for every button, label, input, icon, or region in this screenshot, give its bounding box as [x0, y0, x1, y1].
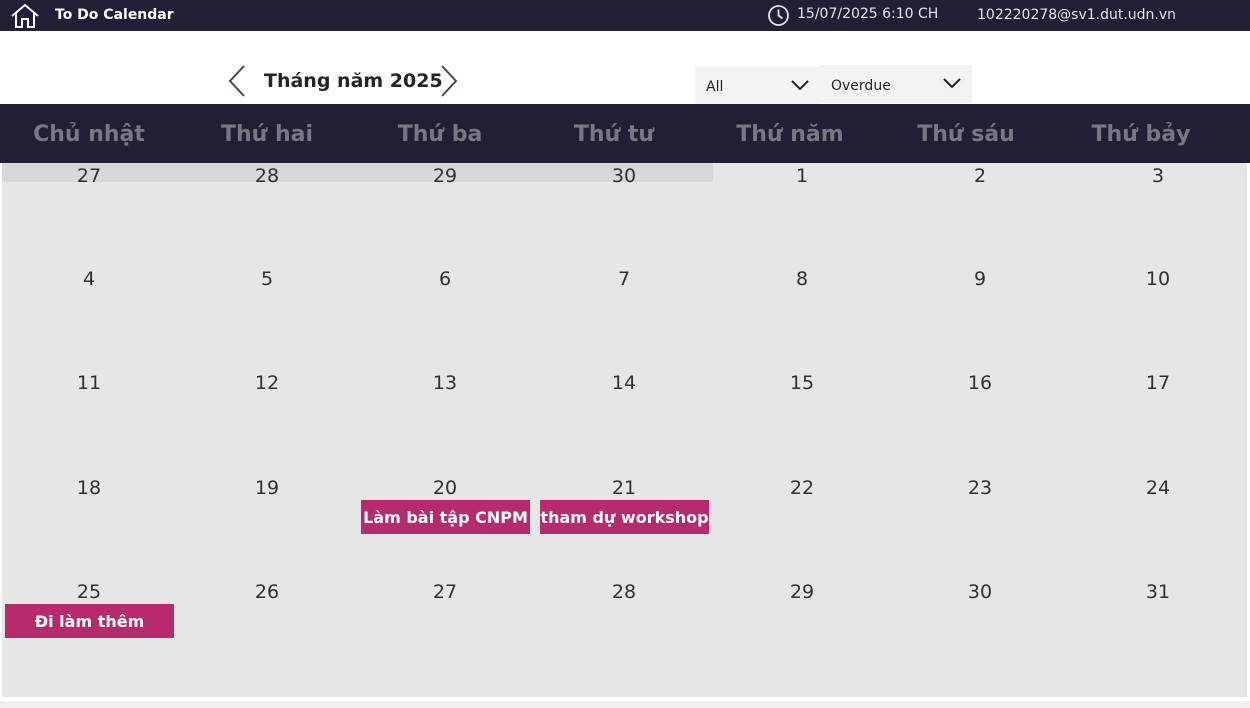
- home-icon[interactable]: [10, 3, 40, 29]
- top-bar: To Do Calendar 15/07/2025 6:10 CH 102220…: [0, 0, 1250, 31]
- day-cell[interactable]: 28: [535, 581, 713, 603]
- day-cell[interactable]: 29: [713, 581, 891, 603]
- day-cell[interactable]: 15: [713, 372, 891, 394]
- day-cell[interactable]: 30: [891, 581, 1069, 603]
- day-cell[interactable]: 7: [535, 268, 713, 290]
- event-item[interactable]: Làm bài tập CNPM: [361, 500, 530, 534]
- weekday-tuesday: Thứ ba: [397, 122, 483, 147]
- weekday-thursday: Thứ năm: [736, 122, 844, 147]
- day-cell[interactable]: 31: [1069, 581, 1247, 603]
- day-cell[interactable]: 6: [356, 268, 534, 290]
- event-item[interactable]: tham dự workshop: [540, 500, 709, 534]
- day-cell[interactable]: 17: [1069, 372, 1247, 394]
- day-cell[interactable]: 21: [535, 477, 713, 499]
- weekday-header: Chủ nhật Thứ hai Thứ ba Thứ tư Thứ năm T…: [0, 104, 1250, 163]
- day-cell[interactable]: 10: [1069, 268, 1247, 290]
- month-label: Tháng năm 2025: [264, 70, 443, 92]
- day-cell[interactable]: 1: [713, 165, 891, 187]
- day-cell[interactable]: 26: [178, 581, 356, 603]
- weekday-sunday: Chủ nhật: [33, 122, 145, 147]
- day-cell[interactable]: 2: [891, 165, 1069, 187]
- day-cell[interactable]: 29: [356, 165, 534, 187]
- day-cell[interactable]: 30: [535, 165, 713, 187]
- day-cell[interactable]: 24: [1069, 477, 1247, 499]
- weekday-friday: Thứ sáu: [917, 122, 1015, 147]
- day-cell[interactable]: 25: [0, 581, 178, 603]
- day-cell[interactable]: 9: [891, 268, 1069, 290]
- day-cell[interactable]: 8: [713, 268, 891, 290]
- status-dropdown[interactable]: Overdue: [820, 65, 972, 103]
- day-cell[interactable]: 19: [178, 477, 356, 499]
- category-dropdown[interactable]: All: [695, 67, 820, 104]
- day-cell[interactable]: 22: [713, 477, 891, 499]
- weekday-wednesday: Thứ tư: [573, 122, 655, 147]
- chevron-down-icon: [791, 80, 809, 91]
- app-title: To Do Calendar: [55, 7, 174, 23]
- event-item[interactable]: Đi làm thêm: [5, 604, 174, 638]
- day-cell[interactable]: 27: [0, 165, 178, 187]
- day-cell[interactable]: 23: [891, 477, 1069, 499]
- day-cell[interactable]: 18: [0, 477, 178, 499]
- day-cell[interactable]: 27: [356, 581, 534, 603]
- category-dropdown-value: All: [706, 79, 724, 95]
- bottom-divider: [0, 701, 1250, 708]
- weekday-saturday: Thứ bảy: [1091, 122, 1191, 147]
- clock-icon: [768, 5, 789, 26]
- day-cell[interactable]: 11: [0, 372, 178, 394]
- calendar-grid: 27 28 29 30 1 2 3 4 5 6 7 8 9 10 11 12 1…: [2, 163, 1247, 697]
- day-cell[interactable]: 13: [356, 372, 534, 394]
- day-cell[interactable]: 16: [891, 372, 1069, 394]
- current-datetime: 15/07/2025 6:10 CH: [797, 6, 939, 22]
- day-cell[interactable]: 28: [178, 165, 356, 187]
- next-month-button[interactable]: [436, 64, 462, 98]
- day-cell[interactable]: 3: [1069, 165, 1247, 187]
- day-cell[interactable]: 14: [535, 372, 713, 394]
- day-cell[interactable]: 20: [356, 477, 534, 499]
- status-dropdown-value: Overdue: [831, 78, 891, 94]
- day-cell[interactable]: 5: [178, 268, 356, 290]
- prev-month-button[interactable]: [224, 64, 250, 98]
- day-cell[interactable]: 4: [0, 268, 178, 290]
- weekday-monday: Thứ hai: [220, 122, 314, 147]
- chevron-down-icon: [943, 78, 961, 89]
- user-email: 102220278@sv1.dut.udn.vn: [977, 7, 1177, 23]
- day-cell[interactable]: 12: [178, 372, 356, 394]
